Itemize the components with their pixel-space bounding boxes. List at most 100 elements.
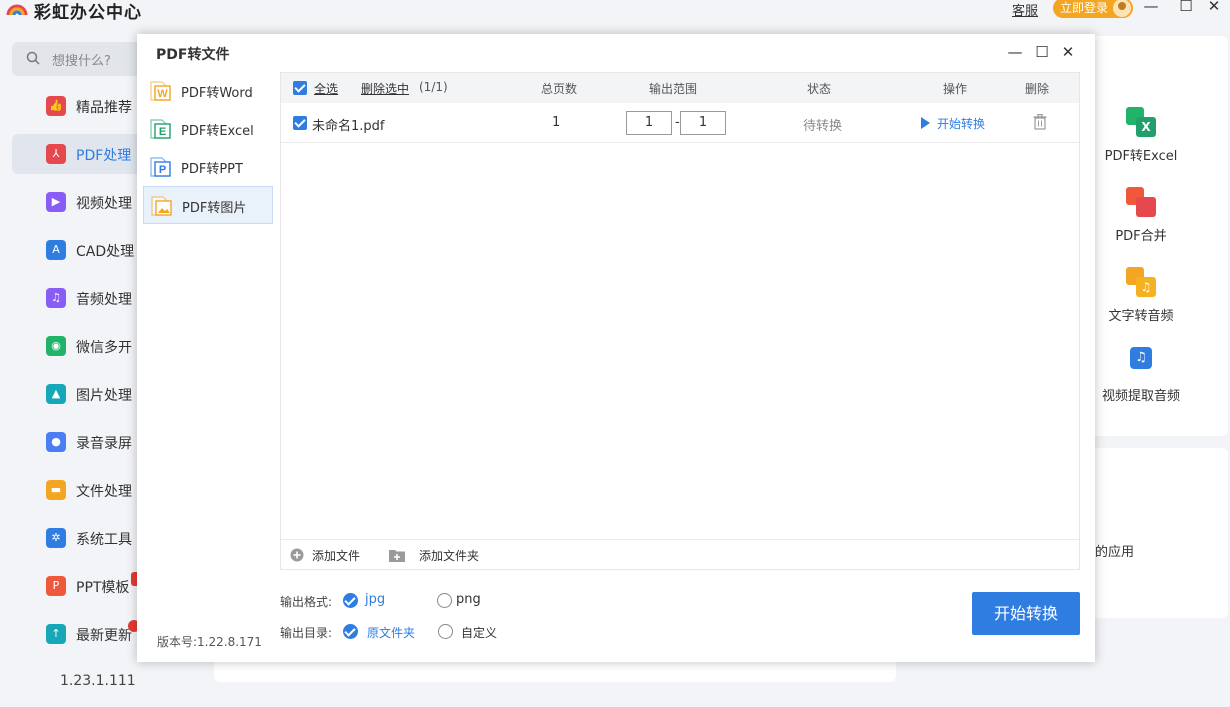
pdf-icon: ⅄ xyxy=(46,144,66,164)
range-to-input[interactable]: 1 xyxy=(680,111,726,135)
file-type-p-icon: P xyxy=(150,156,172,178)
tool-pdf-merge[interactable]: PDF合并 xyxy=(1091,187,1191,244)
sidebar-item[interactable]: ♫ 音频处理 xyxy=(12,278,142,318)
start-convert-link[interactable]: 开始转换 xyxy=(937,115,985,132)
convert-type-item[interactable]: W PDF转Word xyxy=(143,72,273,110)
output-dir-label: 输出目录: xyxy=(280,626,333,640)
apps-section-text: 的应用 xyxy=(1095,545,1135,560)
sidebar-item-label: PPT模板 xyxy=(76,580,130,596)
sidebar-item-label: 音频处理 xyxy=(76,292,132,308)
format-jpg-radio[interactable] xyxy=(343,593,358,608)
col-header-action: 操作 xyxy=(943,82,968,96)
convert-type-label: PDF转Word xyxy=(181,86,253,101)
sidebar-item[interactable]: ▲ 图片处理 xyxy=(12,374,142,414)
tool-label: PDF转Excel xyxy=(1104,149,1178,164)
trash-icon[interactable] xyxy=(1033,114,1047,130)
convert-type-list: W PDF转Word E PDF转Excel P PDF转PPT PDF转图片 xyxy=(137,72,280,662)
image-file-icon xyxy=(151,195,173,217)
tool-text-to-audio[interactable]: ♫ 文字转音频 xyxy=(1091,267,1191,324)
sidebar-item[interactable]: ⅄ PDF处理 xyxy=(12,134,142,174)
dir-custom-label[interactable]: 自定义 xyxy=(461,624,497,641)
tool-pdf-to-excel[interactable]: X PDF转Excel xyxy=(1091,107,1191,164)
format-png-label[interactable]: png xyxy=(456,592,481,607)
table-row: 未命名1.pdf 1 1 - 1 待转换 开始转换 xyxy=(281,103,1079,143)
file-name: 未命名1.pdf xyxy=(312,119,385,134)
text-to-audio-icon: ♫ xyxy=(1126,267,1156,297)
wechat-icon: ◉ xyxy=(46,336,66,356)
dialog-close-icon[interactable]: ✕ xyxy=(1060,43,1076,61)
select-all-link[interactable]: 全选 xyxy=(314,80,338,97)
search-placeholder: 想搜什么? xyxy=(52,54,111,69)
dialog-maximize-icon[interactable]: ☐ xyxy=(1034,43,1050,61)
status-text: 待转换 xyxy=(803,119,843,134)
dir-source-radio[interactable] xyxy=(343,624,358,639)
sidebar-item[interactable]: ◉ 微信多开 xyxy=(12,326,142,366)
cad-icon: A xyxy=(46,240,66,260)
customer-service-link[interactable]: 客服 xyxy=(1012,0,1038,19)
avatar xyxy=(1113,0,1131,17)
minimize-icon[interactable]: — xyxy=(1141,0,1161,15)
selection-count: (1/1) xyxy=(419,80,448,94)
sidebar-item[interactable]: A CAD处理 xyxy=(12,230,142,270)
format-png-radio[interactable] xyxy=(437,593,452,608)
folder-icon: ▬ xyxy=(46,480,66,500)
login-button[interactable]: 立即登录 xyxy=(1053,0,1133,18)
sidebar-item-label: 精品推荐 xyxy=(76,100,132,116)
col-header-status: 状态 xyxy=(807,82,832,96)
row-checkbox[interactable] xyxy=(293,116,307,130)
sidebar-item[interactable]: ● 录音录屏 xyxy=(12,422,142,462)
maximize-icon[interactable]: ☐ xyxy=(1176,0,1196,15)
convert-type-label: PDF转图片 xyxy=(182,201,247,216)
close-icon[interactable]: ✕ xyxy=(1204,0,1224,15)
sidebar-item-label: PDF处理 xyxy=(76,148,132,164)
sidebar-item-label: 微信多开 xyxy=(76,340,132,356)
sidebar-item[interactable]: ✲ 系统工具 xyxy=(12,518,142,558)
sidebar-item-label: 文件处理 xyxy=(76,484,132,500)
image-icon: ▲ xyxy=(46,384,66,404)
sidebar-item-label: CAD处理 xyxy=(76,244,135,260)
tool-label: 视频提取音频 xyxy=(1101,389,1180,404)
convert-type-item[interactable]: P PDF转PPT xyxy=(143,148,273,186)
pdf-to-excel-icon: X xyxy=(1126,107,1156,137)
app-name: 彩虹办公中心 xyxy=(34,3,142,23)
delete-selected-link[interactable]: 删除选中 xyxy=(361,80,409,97)
range-from-input[interactable]: 1 xyxy=(626,111,672,135)
add-folder-button[interactable]: 添加文件夹 xyxy=(419,547,479,564)
convert-type-item[interactable]: PDF转图片 xyxy=(143,186,273,224)
search-input[interactable]: 想搜什么? xyxy=(12,42,152,76)
convert-type-item[interactable]: E PDF转Excel xyxy=(143,110,273,148)
range-separator: - xyxy=(675,115,680,130)
add-file-button[interactable]: 添加文件 xyxy=(312,547,360,564)
sidebar-item[interactable]: ▶ 视频处理 xyxy=(12,182,142,222)
start-convert-button[interactable]: 开始转换 xyxy=(972,592,1080,635)
svg-text:P: P xyxy=(159,164,166,176)
gear-icon: ✲ xyxy=(46,528,66,548)
col-header-range: 输出范围 xyxy=(649,82,698,96)
rainbow-logo-icon xyxy=(6,4,28,16)
add-folder-icon[interactable] xyxy=(389,548,405,562)
add-file-icon[interactable] xyxy=(290,548,304,562)
panel-footer: 添加文件 添加文件夹 xyxy=(281,539,1079,569)
music-icon: ♫ xyxy=(46,288,66,308)
sidebar-item-label: 图片处理 xyxy=(76,388,132,404)
tool-video-extract-audio[interactable]: ♫ 视频提取音频 xyxy=(1091,347,1191,404)
sidebar-item[interactable]: P PPT模板 xyxy=(12,566,142,606)
sidebar-item[interactable]: ▬ 文件处理 xyxy=(12,470,142,510)
upload-icon: ↑ xyxy=(46,624,66,644)
dir-custom-radio[interactable] xyxy=(438,624,453,639)
dialog-version: 版本号:1.22.8.171 xyxy=(157,635,262,649)
dialog-title: PDF转文件 xyxy=(156,47,230,63)
col-header-pages: 总页数 xyxy=(541,82,578,96)
sidebar-item-label: 视频处理 xyxy=(76,196,132,212)
dialog-minimize-icon[interactable]: — xyxy=(1007,43,1023,61)
sidebar-item[interactable]: 👍 精品推荐 xyxy=(12,86,142,126)
sidebar-item-label: 系统工具 xyxy=(76,532,132,548)
mic-icon: ● xyxy=(46,432,66,452)
sidebar-item[interactable]: ↑ 最新更新 xyxy=(12,614,142,654)
select-all-checkbox[interactable] xyxy=(293,81,307,95)
play-icon[interactable] xyxy=(921,117,930,129)
ppt-icon: P xyxy=(46,576,66,596)
format-jpg-label[interactable]: jpg xyxy=(365,592,385,607)
col-header-delete: 删除 xyxy=(1025,82,1050,96)
dir-source-label[interactable]: 原文件夹 xyxy=(367,624,415,641)
